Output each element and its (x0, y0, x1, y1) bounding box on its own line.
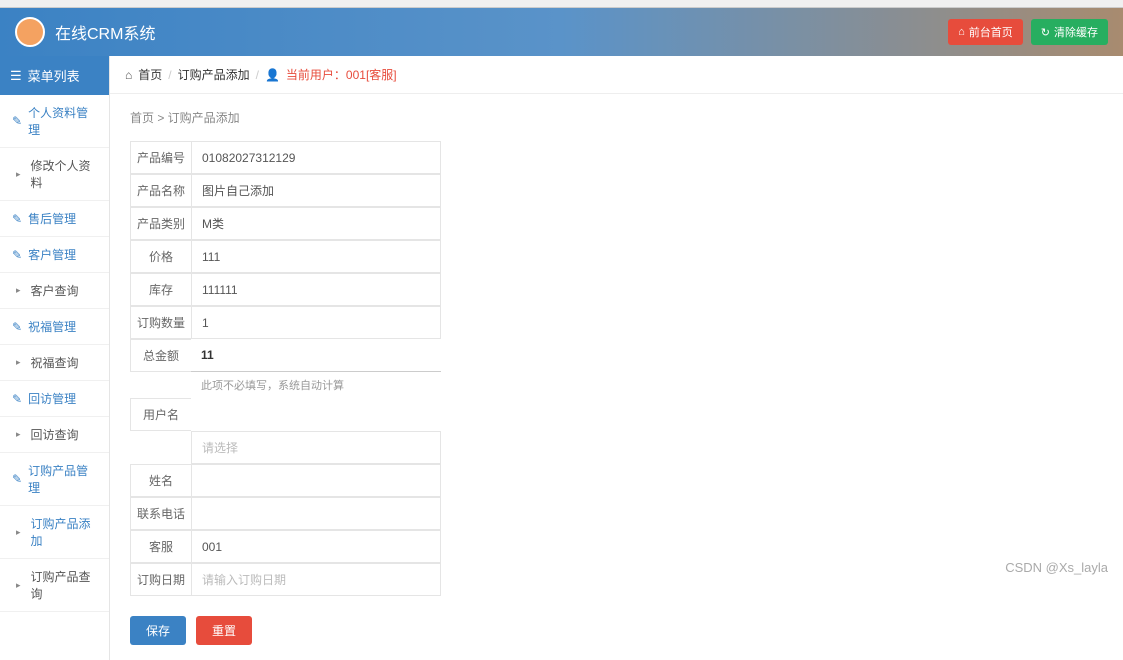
input-name[interactable] (191, 464, 441, 497)
input-username[interactable] (191, 431, 441, 464)
label-product-type: 产品类别 (130, 207, 192, 240)
breadcrumb-page[interactable]: 订购产品添加 (178, 66, 250, 83)
label-phone: 联系电话 (130, 497, 192, 530)
sidebar-item-blessing-query[interactable]: 祝福查询 (0, 345, 109, 381)
label-service: 客服 (130, 530, 192, 563)
home-button[interactable]: ⌂ 前台首页 (948, 19, 1023, 45)
sidebar-item-order[interactable]: ✎订购产品管理 (0, 453, 109, 506)
input-phone[interactable] (191, 497, 441, 530)
label-qty: 订购数量 (130, 306, 192, 339)
sidebar-item-order-add[interactable]: 订购产品添加 (0, 506, 109, 559)
current-user-label: 当前用户：001[客服] (286, 66, 397, 83)
input-total[interactable] (191, 339, 441, 372)
watermark: CSDN @Xs_layla (1005, 560, 1108, 575)
app-header: 在线CRM系统 ⌂ 前台首页 ↻ 清除缓存 (0, 8, 1123, 56)
input-product-type[interactable] (191, 207, 441, 240)
menu-title: 菜单列表 (28, 66, 80, 85)
home-icon: ⌂ (958, 26, 965, 38)
sub-breadcrumb: 首页 > 订购产品添加 (130, 109, 1103, 126)
sidebar: ☰ 菜单列表 ✎个人资料管理 修改个人资料 ✎售后管理 ✎客户管理 客户查询 ✎… (0, 56, 110, 660)
sidebar-item-visit-query[interactable]: 回访查询 (0, 417, 109, 453)
separator: / (168, 68, 171, 82)
main-content: ⌂ 首页 / 订购产品添加 / 👤 当前用户：001[客服] 首页 > 订购产品… (110, 56, 1123, 660)
home-icon: ⌂ (125, 68, 132, 82)
label-stock: 库存 (130, 273, 192, 306)
app-title: 在线CRM系统 (55, 20, 155, 44)
edit-icon: ✎ (12, 472, 22, 486)
label-username: 用户名 (130, 398, 192, 431)
breadcrumb: ⌂ 首页 / 订购产品添加 / 👤 当前用户：001[客服] (110, 56, 1123, 94)
save-button[interactable]: 保存 (130, 616, 186, 645)
home-button-label: 前台首页 (969, 24, 1013, 40)
input-qty[interactable] (191, 306, 441, 339)
input-price[interactable] (191, 240, 441, 273)
edit-icon: ✎ (12, 114, 22, 128)
refresh-icon: ↻ (1041, 26, 1050, 39)
label-name: 姓名 (130, 464, 192, 497)
clear-cache-button[interactable]: ↻ 清除缓存 (1031, 19, 1108, 45)
input-date[interactable] (191, 563, 441, 596)
sidebar-item-profile[interactable]: ✎个人资料管理 (0, 95, 109, 148)
edit-icon: ✎ (12, 212, 22, 226)
label-product-name: 产品名称 (130, 174, 192, 207)
browser-toolbar (0, 0, 1123, 8)
sidebar-item-aftersale[interactable]: ✎售后管理 (0, 201, 109, 237)
edit-icon: ✎ (12, 248, 22, 262)
menu-header: ☰ 菜单列表 (0, 56, 109, 95)
menu-icon: ☰ (10, 68, 22, 84)
sidebar-item-customer[interactable]: ✎客户管理 (0, 237, 109, 273)
sidebar-item-visit[interactable]: ✎回访管理 (0, 381, 109, 417)
reset-button[interactable]: 重置 (196, 616, 252, 645)
user-icon: 👤 (265, 68, 280, 82)
input-username-hidden (191, 398, 441, 431)
help-total: 此项不必填写，系统自动计算 (191, 372, 441, 398)
input-stock[interactable] (191, 273, 441, 306)
edit-icon: ✎ (12, 392, 22, 406)
avatar[interactable] (15, 17, 45, 47)
input-product-no[interactable] (191, 141, 441, 174)
label-price: 价格 (130, 240, 192, 273)
sidebar-item-customer-query[interactable]: 客户查询 (0, 273, 109, 309)
label-total: 总金额 (130, 339, 192, 372)
label-date: 订购日期 (130, 563, 192, 596)
breadcrumb-home[interactable]: 首页 (138, 66, 162, 83)
edit-icon: ✎ (12, 320, 22, 334)
input-service[interactable] (191, 530, 441, 563)
sidebar-item-blessing[interactable]: ✎祝福管理 (0, 309, 109, 345)
separator: / (256, 68, 259, 82)
sidebar-item-order-query[interactable]: 订购产品查询 (0, 559, 109, 612)
sidebar-item-edit-profile[interactable]: 修改个人资料 (0, 148, 109, 201)
label-product-no: 产品编号 (130, 141, 192, 174)
clear-cache-label: 清除缓存 (1054, 24, 1098, 40)
input-product-name[interactable] (191, 174, 441, 207)
